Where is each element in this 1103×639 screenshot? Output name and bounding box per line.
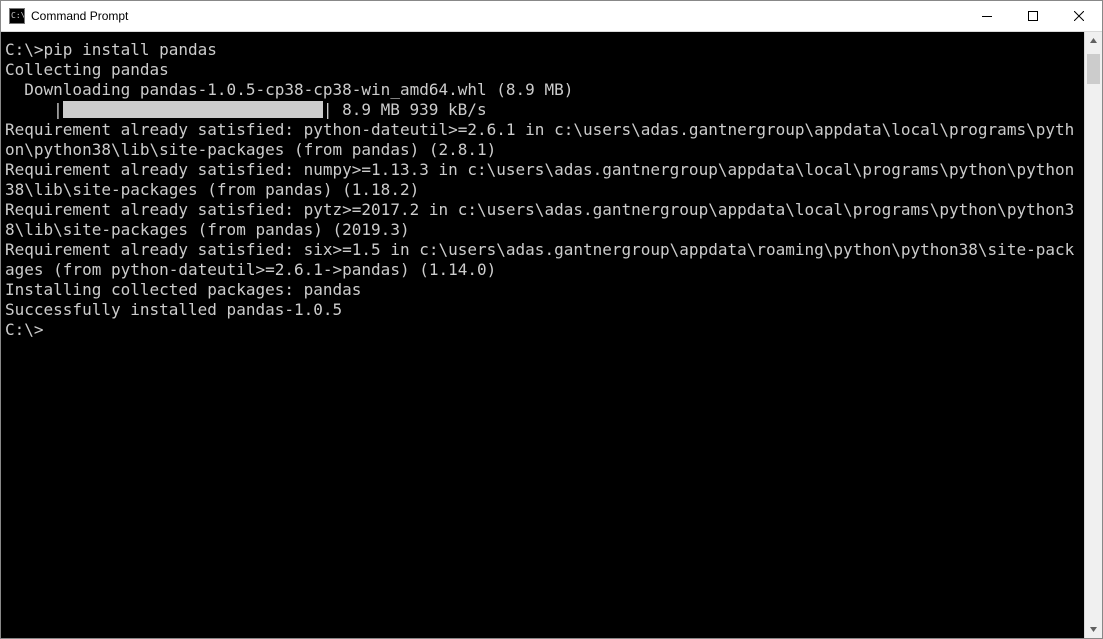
svg-text:C:\: C:\ [11, 11, 24, 20]
scroll-down-arrow-icon[interactable] [1085, 621, 1102, 638]
scroll-thumb[interactable] [1087, 54, 1100, 84]
maximize-button[interactable] [1010, 1, 1056, 31]
scroll-up-arrow-icon[interactable] [1085, 32, 1102, 49]
command-prompt-window: C:\ Command Prompt C:\>pip install panda… [0, 0, 1103, 639]
close-button[interactable] [1056, 1, 1102, 31]
terminal-line: Requirement already satisfied: pytz>=201… [5, 200, 1080, 240]
vertical-scrollbar[interactable] [1084, 32, 1102, 638]
terminal-line: Successfully installed pandas-1.0.5 [5, 300, 1080, 320]
progress-prefix: | [5, 100, 63, 119]
terminal-line: Installing collected packages: pandas [5, 280, 1080, 300]
terminal-line-progress: | | 8.9 MB 939 kB/s [5, 100, 1080, 120]
terminal-line: Requirement already satisfied: numpy>=1.… [5, 160, 1080, 200]
terminal-line: C:\>pip install pandas [5, 40, 1080, 60]
terminal-output[interactable]: C:\>pip install pandasCollecting pandas … [1, 32, 1084, 638]
terminal-line: Collecting pandas [5, 60, 1080, 80]
minimize-button[interactable] [964, 1, 1010, 31]
typed-command: pip install pandas [44, 40, 217, 59]
terminal-line: Requirement already satisfied: python-da… [5, 120, 1080, 160]
titlebar[interactable]: C:\ Command Prompt [1, 1, 1102, 32]
prompt: C:\> [5, 40, 44, 59]
cmd-icon: C:\ [9, 8, 25, 24]
progress-suffix: | 8.9 MB 939 kB/s [323, 100, 487, 119]
terminal-line: Requirement already satisfied: six>=1.5 … [5, 240, 1080, 280]
window-title: Command Prompt [31, 9, 128, 23]
terminal-line: C:\> [5, 320, 1080, 340]
client-area: C:\>pip install pandasCollecting pandas … [1, 32, 1102, 638]
terminal-line: Downloading pandas-1.0.5-cp38-cp38-win_a… [5, 80, 1080, 100]
download-progress-bar [63, 101, 323, 118]
